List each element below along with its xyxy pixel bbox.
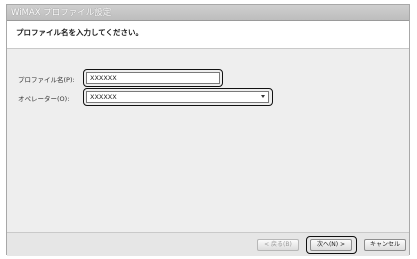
operator-label: オペレーター(O): xyxy=(18,95,70,103)
form-area: プロファイル名(P): XXXXXX オペレーター(O): XXXXXX xyxy=(7,49,409,232)
next-button-highlight xyxy=(306,236,357,254)
profile-settings-dialog: WiMAX プロファイル設定 プロファイル名を入力してください。 プロファイル名… xyxy=(6,4,410,256)
dialog-header: プロファイル名を入力してください。 xyxy=(7,21,409,49)
cancel-button[interactable]: キャンセル xyxy=(364,239,406,251)
operator-highlight xyxy=(83,88,273,106)
back-button[interactable]: < 戻る(B) xyxy=(257,239,299,251)
profile-name-label: プロファイル名(P): xyxy=(18,76,75,84)
window-title: WiMAX プロファイル設定 xyxy=(7,5,409,21)
profile-name-highlight xyxy=(83,69,223,87)
instruction-text: プロファイル名を入力してください。 xyxy=(16,28,144,37)
dialog-footer: < 戻る(B) 次へ(N) > キャンセル xyxy=(7,232,409,256)
